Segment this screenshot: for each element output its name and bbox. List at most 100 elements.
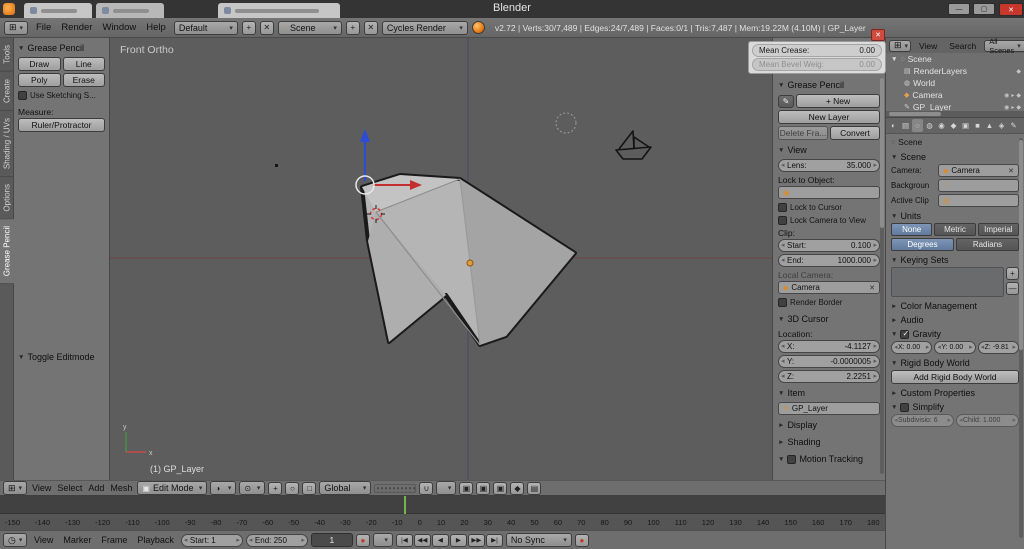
- item-name-field[interactable]: ✎GP_Layer: [778, 402, 880, 415]
- outliner-item-scene[interactable]: ▼◌Scene: [886, 53, 1024, 65]
- properties-tab-icon[interactable]: ◈: [996, 119, 1007, 132]
- manipulator-scale-toggle[interactable]: □: [302, 482, 316, 495]
- panel-header-item[interactable]: ▼Item: [778, 386, 880, 400]
- panel-header-toggle-editmode[interactable]: ▼Toggle Editmode: [18, 350, 105, 364]
- sync-dropdown[interactable]: No Sync▾: [506, 533, 572, 547]
- active-clip-field[interactable]: ▤: [938, 194, 1019, 207]
- maximize-button[interactable]: ▢: [973, 3, 995, 15]
- panel-header-rigid-body-world[interactable]: ▼Rigid Body World: [891, 356, 1019, 370]
- viewport-menu-item[interactable]: Mesh: [108, 483, 134, 493]
- render-toggle-icon[interactable]: ◆: [1016, 104, 1021, 111]
- browser-tab[interactable]: [218, 3, 340, 18]
- layers-widget[interactable]: [374, 484, 416, 493]
- units-metric-button[interactable]: Metric: [934, 223, 975, 236]
- clear-icon[interactable]: ✕: [1008, 167, 1014, 175]
- render-opengl-anim-button[interactable]: ▤: [527, 482, 541, 495]
- add-layout-button[interactable]: +: [242, 21, 256, 35]
- gravity-x-field[interactable]: X: 0.00: [891, 341, 932, 354]
- properties-tab-icon[interactable]: ◍: [924, 119, 935, 132]
- select-mode-edge-button[interactable]: ▣: [476, 482, 490, 495]
- record-button[interactable]: ●: [575, 534, 589, 547]
- toolshelf-tab[interactable]: Shading / UVs: [0, 111, 14, 177]
- panel-header-3d-cursor[interactable]: ▼3D Cursor: [778, 312, 880, 326]
- menubar-menu-item[interactable]: Render: [57, 22, 96, 33]
- cursor-y-field[interactable]: Y:-0.0000005: [778, 355, 880, 368]
- render-border-checkbox[interactable]: [778, 298, 787, 307]
- playback-button[interactable]: ◀: [432, 534, 449, 547]
- timeline-frames-area[interactable]: [0, 496, 885, 514]
- panel-header-simplify[interactable]: ▼Simplify: [891, 400, 1019, 414]
- panel-header-motion-tracking[interactable]: ▼Motion Tracking: [778, 452, 880, 466]
- playback-button[interactable]: |◀: [396, 534, 413, 547]
- render-toggle-icon[interactable]: ◆: [1016, 92, 1021, 99]
- viewport-shading-dropdown[interactable]: ◑▾: [210, 481, 236, 495]
- viewport-canvas[interactable]: x y: [110, 38, 772, 480]
- auto-keyframe-button[interactable]: ●: [356, 534, 370, 547]
- properties-tab-icon[interactable]: ◉: [936, 119, 947, 132]
- remove-scene-button[interactable]: ✕: [364, 21, 378, 35]
- cursor-z-field[interactable]: Z:2.2251: [778, 370, 880, 383]
- units-none-button[interactable]: None: [891, 223, 932, 236]
- select-mode-face-button[interactable]: ▣: [493, 482, 507, 495]
- gp-draw-mode-button[interactable]: ✎: [778, 95, 794, 108]
- minimize-button[interactable]: —: [948, 3, 970, 15]
- frame-start-field[interactable]: Start: 1: [181, 534, 243, 547]
- transform-orientation-dropdown[interactable]: Global▾: [319, 481, 371, 495]
- line-button[interactable]: Line: [63, 57, 106, 71]
- browser-tab[interactable]: [96, 3, 164, 18]
- playback-button[interactable]: ▶▶: [468, 534, 485, 547]
- units-radians-button[interactable]: Radians: [956, 238, 1019, 251]
- simplify-checkbox[interactable]: [900, 403, 909, 412]
- cursor-x-field[interactable]: X:-4.1127: [778, 340, 880, 353]
- outliner-item-renderlayers[interactable]: ▤RenderLayers◆: [886, 65, 1024, 77]
- scene-dropdown[interactable]: ◌Scene▾: [278, 21, 342, 35]
- timeline-menu-item[interactable]: Marker: [59, 535, 95, 545]
- playback-button[interactable]: ▶|: [486, 534, 503, 547]
- n-panel-scrollbar[interactable]: [880, 78, 884, 474]
- popup-close-button[interactable]: ✕: [871, 29, 885, 41]
- properties-tab-icon[interactable]: ◆: [948, 119, 959, 132]
- menubar-menu-item[interactable]: File: [32, 22, 55, 33]
- background-set-field[interactable]: ◌: [938, 179, 1019, 192]
- outliner-view-menu[interactable]: View: [915, 41, 941, 51]
- timeline-menu-item[interactable]: Playback: [133, 535, 178, 545]
- gravity-y-field[interactable]: Y: 0.00: [934, 341, 975, 354]
- add-rigid-body-world-button[interactable]: Add Rigid Body World: [891, 370, 1019, 384]
- timeline[interactable]: -150-140-130-120-110-100-90-80-70-60-50-…: [0, 496, 885, 530]
- local-camera-field[interactable]: ◆Camera✕: [778, 281, 880, 294]
- scrollbar-thumb[interactable]: [880, 78, 884, 228]
- panel-header-keying-sets[interactable]: ▼Keying Sets: [891, 253, 1019, 267]
- render-toggle-icon[interactable]: ◆: [1016, 68, 1021, 75]
- current-frame-field[interactable]: 1: [311, 533, 353, 547]
- editor-type-button[interactable]: ⊞▾: [3, 481, 27, 495]
- properties-tab-icon[interactable]: ▲: [984, 119, 995, 132]
- editor-type-button[interactable]: ⊞▾: [889, 40, 911, 52]
- poly-button[interactable]: Poly: [18, 73, 61, 87]
- scrollbar-thumb[interactable]: [1019, 140, 1023, 350]
- motion-tracking-checkbox[interactable]: [787, 455, 796, 464]
- mode-dropdown[interactable]: ▣Edit Mode▾: [137, 481, 207, 495]
- panel-header-grease-pencil[interactable]: ▼Grease Pencil: [778, 78, 880, 92]
- lens-slider[interactable]: Lens:35.000: [778, 159, 880, 172]
- panel-header-grease-pencil[interactable]: ▼Grease Pencil: [18, 41, 105, 55]
- clip-end-field[interactable]: End:1000.000: [778, 254, 880, 267]
- panel-header-color-management[interactable]: ►Color Management: [891, 299, 1019, 313]
- properties-tab-icon[interactable]: ▤: [900, 119, 911, 132]
- add-keying-set-button[interactable]: +: [1006, 267, 1019, 280]
- outliner-item-camera[interactable]: ◆Camera◉▸◆: [886, 89, 1024, 101]
- keying-sets-list[interactable]: [891, 267, 1004, 297]
- pivot-dropdown[interactable]: ⊙▾: [239, 481, 265, 495]
- disclosure-triangle-icon[interactable]: ▼: [891, 56, 897, 63]
- layout-dropdown[interactable]: Default▾: [174, 21, 238, 35]
- simplify-subdivision-field[interactable]: Subdivisio: 6: [891, 414, 954, 427]
- gp-new-button[interactable]: + New: [796, 94, 880, 108]
- properties-tab-icon[interactable]: ◌: [912, 119, 923, 132]
- outliner-search-menu[interactable]: Search: [945, 41, 980, 51]
- viewport-menu-item[interactable]: Select: [55, 483, 84, 493]
- visibility-toggle-icon[interactable]: ◉: [1004, 92, 1009, 99]
- panel-header-scene[interactable]: ▼Scene: [891, 150, 1019, 164]
- erase-button[interactable]: Erase: [63, 73, 106, 87]
- properties-tab-icon[interactable]: ■: [972, 119, 983, 132]
- menubar-menu-item[interactable]: Window: [98, 22, 140, 33]
- draw-button[interactable]: Draw: [18, 57, 61, 71]
